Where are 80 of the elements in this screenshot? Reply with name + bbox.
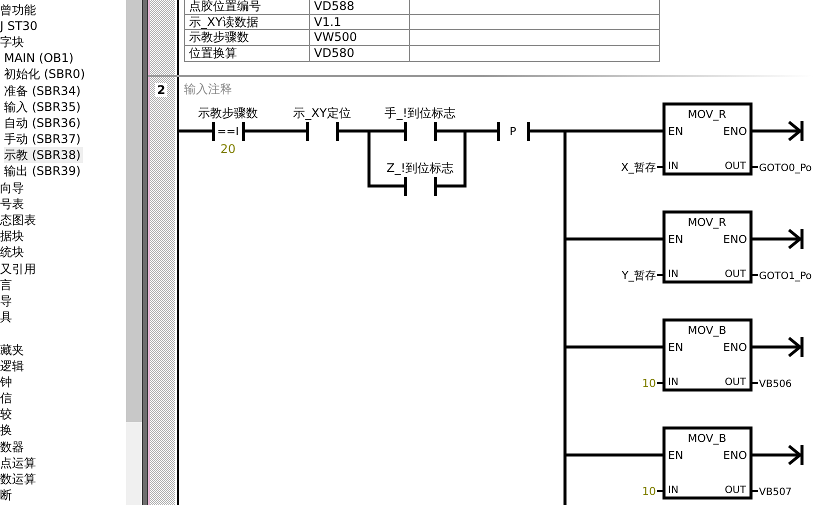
- table-cell: V1.1: [310, 14, 410, 30]
- table-cell: VD588: [310, 0, 410, 14]
- tree-item[interactable]: 断: [0, 487, 14, 504]
- contact-label: Z_!到位标志: [386, 161, 454, 175]
- compare-operator: ==I: [217, 125, 239, 138]
- tree-item[interactable]: MAIN (OB1): [4, 50, 76, 66]
- pin-label: ENO: [723, 125, 747, 138]
- function-block[interactable]: [662, 426, 752, 500]
- pin-label: EN: [668, 449, 684, 462]
- scrollbar-thumb[interactable]: [126, 0, 142, 422]
- tree-item[interactable]: 自动 (SBR36): [4, 114, 83, 131]
- table-cell: VW500: [310, 30, 410, 45]
- pin-label: EN: [668, 125, 684, 138]
- scrollbar[interactable]: [126, 0, 142, 505]
- block-title: MOV_R: [688, 108, 726, 121]
- tree-item[interactable]: 言: [0, 276, 14, 293]
- tree-item[interactable]: 示教 (SBR38): [4, 147, 83, 164]
- pin-label: IN: [668, 269, 678, 280]
- block-title: MOV_R: [688, 216, 726, 229]
- tree-item[interactable]: 藏夹: [0, 342, 26, 358]
- contact-label: 手_!到位标志: [384, 106, 456, 120]
- compare-operand: 20: [220, 142, 236, 156]
- tree-item[interactable]: 准备 (SBR34): [4, 82, 83, 99]
- pin-label: IN: [668, 161, 678, 172]
- tree-item[interactable]: 数运算: [0, 471, 38, 488]
- network-comment[interactable]: 输入注释: [184, 82, 232, 96]
- tree-item[interactable]: 导: [0, 292, 14, 309]
- table-cell: 位置换算: [185, 46, 310, 62]
- block-title: MOV_B: [688, 324, 726, 337]
- table-cell: 示教步骤数: [185, 30, 310, 45]
- tree-item[interactable]: 号表: [0, 196, 26, 212]
- output-operand-label: GOTO1_Po: [759, 271, 812, 282]
- pin-label: EN: [668, 341, 684, 354]
- input-operand-label: Y_暂存: [622, 269, 656, 282]
- tree-item[interactable]: 信: [0, 390, 14, 406]
- tree-item[interactable]: 字块: [0, 34, 26, 50]
- pin-label: ENO: [723, 341, 747, 354]
- tree-item[interactable]: 手动 (SBR37): [4, 131, 83, 148]
- input-operand-label: 10: [642, 377, 656, 390]
- tree-item[interactable]: 向导: [0, 180, 26, 196]
- tree-item[interactable]: 输入 (SBR35): [4, 98, 83, 115]
- table-cell: 示_XY读数据: [185, 14, 310, 30]
- output-operand-label: VB506: [759, 379, 792, 390]
- function-block[interactable]: [662, 318, 752, 392]
- tree-item[interactable]: 点运算: [0, 454, 38, 471]
- function-block[interactable]: [662, 210, 752, 284]
- tree-item[interactable]: 统块: [0, 244, 26, 260]
- tree-item[interactable]: 换: [0, 422, 14, 438]
- input-operand-label: X_暂存: [620, 161, 656, 174]
- pin-label: OUT: [724, 377, 746, 388]
- tree-item[interactable]: 态图表: [0, 212, 38, 228]
- pin-label: OUT: [724, 161, 746, 172]
- pin-label: OUT: [724, 485, 746, 496]
- function-block[interactable]: [662, 102, 752, 176]
- tree-item[interactable]: 初始化 (SBR0): [4, 66, 87, 82]
- output-operand-label: GOTO0_Po: [759, 163, 812, 174]
- tree-item[interactable]: 据块: [0, 228, 26, 244]
- tree-item[interactable]: 曾功能: [0, 2, 38, 18]
- tree-item[interactable]: 具: [0, 309, 14, 326]
- tree-item[interactable]: 数器: [0, 438, 26, 455]
- pin-label: OUT: [724, 269, 746, 280]
- tree-item[interactable]: 又引用: [0, 260, 38, 277]
- tree-item[interactable]: 输出 (SBR39): [4, 163, 83, 180]
- pulse-label: P: [510, 125, 516, 138]
- pin-label: EN: [668, 233, 684, 246]
- pin-label: ENO: [723, 449, 747, 462]
- tree-item[interactable]: 逻辑: [0, 358, 26, 374]
- contact-label: 示教步骤数: [198, 106, 258, 120]
- pin-label: ENO: [723, 233, 747, 246]
- pin-label: IN: [668, 377, 678, 388]
- table-cell: VD580: [310, 46, 410, 62]
- tree-item[interactable]: 较: [0, 406, 14, 422]
- tree-item[interactable]: 钟: [0, 374, 14, 390]
- table-cell: 点胶位置编号: [185, 0, 310, 14]
- output-operand-label: VB507: [759, 487, 792, 498]
- contact-label: 示_XY定位: [293, 106, 351, 120]
- pin-label: IN: [668, 485, 678, 496]
- block-title: MOV_B: [688, 432, 726, 445]
- input-operand-label: 10: [642, 485, 656, 498]
- network-number: 2: [155, 83, 168, 97]
